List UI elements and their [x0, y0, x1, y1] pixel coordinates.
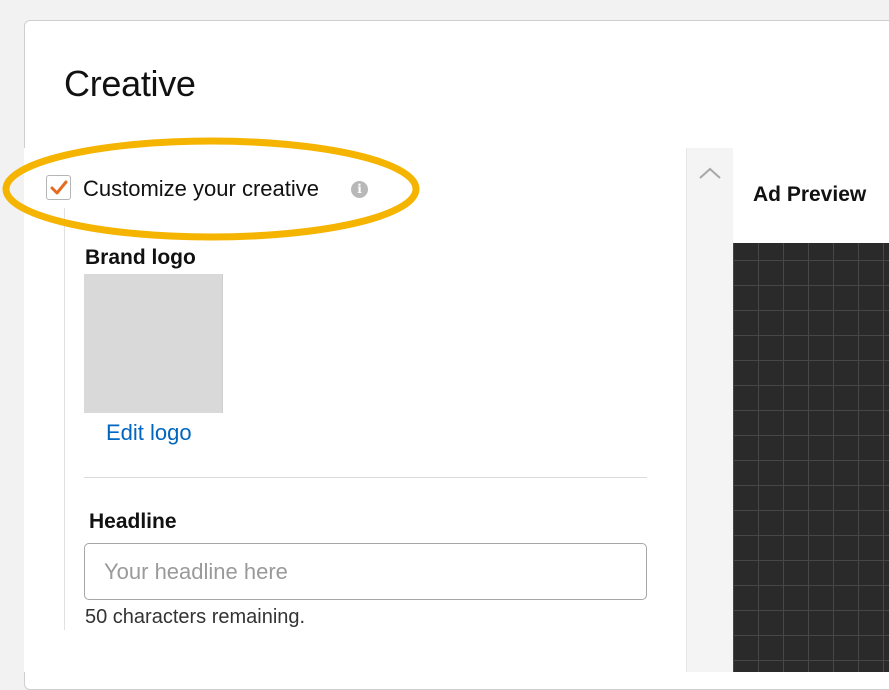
customize-panel: Customize your creative i Brand logo Edi…: [24, 148, 686, 672]
ad-preview-canvas: [733, 243, 889, 672]
customize-checkbox[interactable]: [46, 175, 71, 200]
headline-input[interactable]: [84, 543, 647, 600]
scrollbar[interactable]: [686, 148, 733, 672]
card-header: Creative: [25, 21, 889, 149]
page-title: Creative: [64, 63, 196, 104]
characters-remaining-text: 50 characters remaining.: [85, 606, 306, 628]
info-icon[interactable]: i: [351, 181, 368, 198]
ad-preview-panel: Ad Preview: [733, 148, 889, 672]
section-divider: [84, 477, 647, 478]
ad-preview-title: Ad Preview: [753, 183, 867, 206]
brand-logo-image: [84, 274, 223, 413]
brand-logo-label: Brand logo: [85, 246, 196, 269]
headline-label: Headline: [89, 510, 177, 533]
edit-logo-link[interactable]: Edit logo: [106, 420, 192, 446]
checkmark-icon: [50, 180, 68, 195]
indent-guide: [64, 208, 65, 630]
customize-label[interactable]: Customize your creative: [83, 176, 319, 202]
chevron-up-icon[interactable]: [698, 166, 722, 180]
